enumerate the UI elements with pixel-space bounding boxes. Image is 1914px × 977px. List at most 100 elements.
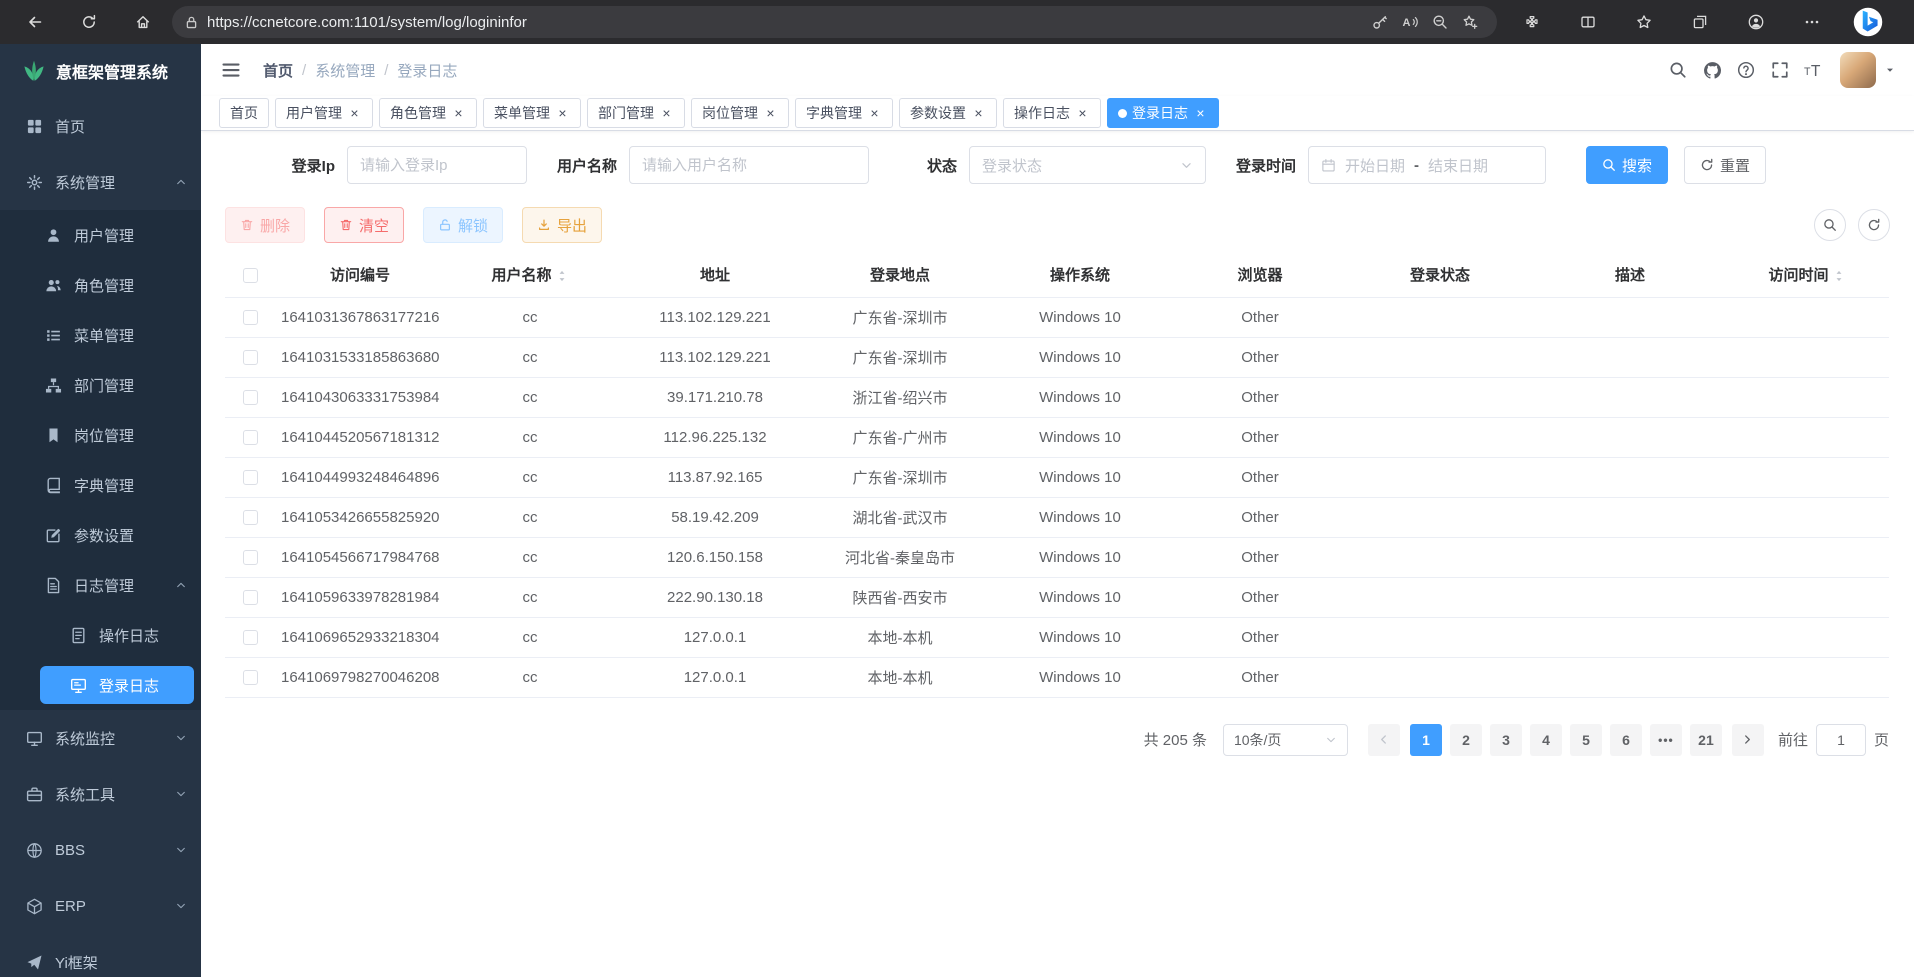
column-header-user[interactable]: 用户名称 xyxy=(445,253,615,297)
reload-icon[interactable] xyxy=(72,6,106,38)
tab-home[interactable]: 首页 xyxy=(219,98,269,128)
refresh-table-button[interactable] xyxy=(1858,209,1890,241)
export-button[interactable]: 导出 xyxy=(522,207,602,243)
collections-icon[interactable] xyxy=(1683,6,1717,38)
github-icon[interactable] xyxy=(1698,56,1726,84)
page-button-2[interactable]: 2 xyxy=(1450,724,1482,756)
font-size-icon[interactable]: TT xyxy=(1800,56,1828,84)
tab-menus[interactable]: 菜单管理× xyxy=(483,98,581,128)
tab-roles[interactable]: 角色管理× xyxy=(379,98,477,128)
goto-page-input[interactable] xyxy=(1816,724,1866,756)
column-header-time[interactable]: 访问时间 xyxy=(1725,253,1889,297)
zoom-out-icon[interactable] xyxy=(1425,8,1455,36)
tab-users[interactable]: 用户管理× xyxy=(275,98,373,128)
user-avatar[interactable] xyxy=(1840,52,1876,88)
extensions-icon[interactable] xyxy=(1515,6,1549,38)
sidebar-item-tools[interactable]: 系统工具 xyxy=(0,766,201,822)
address-bar[interactable]: https://ccnetcore.com:1101/system/log/lo… xyxy=(172,6,1497,38)
close-tab-icon[interactable]: × xyxy=(1075,106,1090,121)
row-checkbox[interactable] xyxy=(243,310,258,325)
sidebar-item-monitoring[interactable]: 系统监控 xyxy=(0,710,201,766)
date-range-picker[interactable]: 开始日期 - 结束日期 xyxy=(1308,146,1546,184)
tab-login-log[interactable]: 登录日志× xyxy=(1107,98,1219,128)
back-icon[interactable] xyxy=(18,6,52,38)
sidebar-item-system[interactable]: 系统管理 xyxy=(0,154,201,210)
row-checkbox[interactable] xyxy=(243,590,258,605)
unlock-button[interactable]: 解锁 xyxy=(423,207,503,243)
close-tab-icon[interactable]: × xyxy=(763,106,778,121)
sidebar-item-parameters[interactable]: 参数设置 xyxy=(0,510,201,560)
sidebar-item-departments[interactable]: 部门管理 xyxy=(0,360,201,410)
favorites-add-icon[interactable] xyxy=(1455,8,1485,36)
sidebar-item-login-log[interactable]: 登录日志 xyxy=(0,660,201,710)
browser-profile-icon[interactable] xyxy=(1739,6,1773,38)
sidebar-item-bbs[interactable]: BBS xyxy=(0,822,201,878)
row-checkbox[interactable] xyxy=(243,470,258,485)
login-ip-input[interactable] xyxy=(347,146,527,184)
close-tab-icon[interactable]: × xyxy=(347,106,362,121)
row-checkbox[interactable] xyxy=(243,510,258,525)
password-key-icon[interactable] xyxy=(1365,8,1395,36)
favorites-icon[interactable] xyxy=(1627,6,1661,38)
clear-button[interactable]: 清空 xyxy=(324,207,404,243)
page-button-6[interactable]: 6 xyxy=(1610,724,1642,756)
row-checkbox[interactable] xyxy=(243,350,258,365)
pager-ellipsis[interactable]: ••• xyxy=(1650,724,1682,756)
tab-parameters[interactable]: 参数设置× xyxy=(899,98,997,128)
help-icon[interactable] xyxy=(1732,56,1760,84)
sidebar-item-yi-framework[interactable]: Yi框架 xyxy=(0,934,201,977)
toggle-search-button[interactable] xyxy=(1814,209,1846,241)
tab-operation-log[interactable]: 操作日志× xyxy=(1003,98,1101,128)
close-tab-icon[interactable]: × xyxy=(971,106,986,121)
select-all-checkbox[interactable] xyxy=(243,268,258,283)
prev-page-button[interactable] xyxy=(1368,724,1400,756)
tab-dictionary[interactable]: 字典管理× xyxy=(795,98,893,128)
sidebar-item-dictionary[interactable]: 字典管理 xyxy=(0,460,201,510)
bing-icon[interactable] xyxy=(1851,6,1885,38)
page-button-4[interactable]: 4 xyxy=(1530,724,1562,756)
url-text[interactable]: https://ccnetcore.com:1101/system/log/lo… xyxy=(207,14,527,31)
browser-home-icon[interactable] xyxy=(126,6,160,38)
sidebar-item-roles[interactable]: 角色管理 xyxy=(0,260,201,310)
sidebar-item-users[interactable]: 用户管理 xyxy=(0,210,201,260)
sidebar-item-home[interactable]: 首页 xyxy=(0,98,201,154)
row-checkbox[interactable] xyxy=(243,630,258,645)
header-search-icon[interactable] xyxy=(1664,56,1692,84)
page-button-1[interactable]: 1 xyxy=(1410,724,1442,756)
fullscreen-icon[interactable] xyxy=(1766,56,1794,84)
row-checkbox[interactable] xyxy=(243,550,258,565)
settings-dots-icon[interactable] xyxy=(1795,6,1829,38)
status-select[interactable]: 登录状态 xyxy=(969,146,1206,184)
breadcrumb-item[interactable]: 系统管理 xyxy=(315,60,375,81)
close-tab-icon[interactable]: × xyxy=(659,106,674,121)
page-button-5[interactable]: 5 xyxy=(1570,724,1602,756)
tab-posts[interactable]: 岗位管理× xyxy=(691,98,789,128)
hamburger-icon[interactable] xyxy=(217,56,245,84)
search-button[interactable]: 搜索 xyxy=(1586,146,1668,184)
reset-button[interactable]: 重置 xyxy=(1684,146,1766,184)
close-tab-icon[interactable]: × xyxy=(555,106,570,121)
row-checkbox[interactable] xyxy=(243,430,258,445)
page-size-select[interactable]: 10条/页 xyxy=(1223,724,1348,756)
sort-icon[interactable] xyxy=(555,269,569,283)
split-screen-icon[interactable] xyxy=(1571,6,1605,38)
page-button-3[interactable]: 3 xyxy=(1490,724,1522,756)
read-aloud-icon[interactable]: A xyxy=(1395,8,1425,36)
sidebar-item-log-management[interactable]: 日志管理 xyxy=(0,560,201,610)
tab-departments[interactable]: 部门管理× xyxy=(587,98,685,128)
close-tab-icon[interactable]: × xyxy=(1193,106,1208,121)
sidebar-item-erp[interactable]: ERP xyxy=(0,878,201,934)
page-button-21[interactable]: 21 xyxy=(1690,724,1722,756)
username-input[interactable] xyxy=(629,146,869,184)
row-checkbox[interactable] xyxy=(243,670,258,685)
breadcrumb-item[interactable]: 首页 xyxy=(263,60,293,81)
avatar-caret-icon[interactable] xyxy=(1882,56,1898,84)
close-tab-icon[interactable]: × xyxy=(451,106,466,121)
row-checkbox[interactable] xyxy=(243,390,258,405)
sidebar-item-menus[interactable]: 菜单管理 xyxy=(0,310,201,360)
delete-button[interactable]: 删除 xyxy=(225,207,305,243)
sidebar-item-operation-log[interactable]: 操作日志 xyxy=(0,610,201,660)
sort-icon[interactable] xyxy=(1832,269,1846,283)
next-page-button[interactable] xyxy=(1732,724,1764,756)
close-tab-icon[interactable]: × xyxy=(867,106,882,121)
